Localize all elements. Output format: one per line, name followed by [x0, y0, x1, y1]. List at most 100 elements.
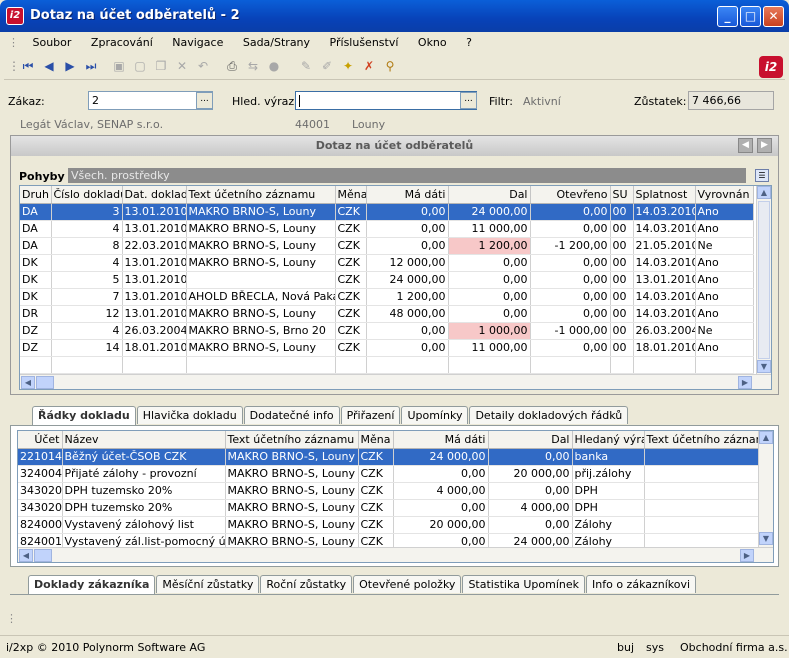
- previous-record-icon[interactable]: ◀: [41, 58, 57, 74]
- delete-icon[interactable]: ✕: [174, 58, 190, 74]
- detail-scroll-right-icon[interactable]: ▶: [740, 549, 754, 562]
- print-icon[interactable]: ⎙: [224, 58, 240, 74]
- detail-scroll-left-icon[interactable]: ◀: [19, 549, 33, 562]
- main-col-header[interactable]: Druh: [20, 186, 52, 204]
- maximize-button[interactable]: □: [740, 6, 761, 27]
- scroll-right-icon[interactable]: ▶: [738, 376, 752, 389]
- detail-hscroll-thumb[interactable]: [34, 549, 52, 562]
- menu-soubor[interactable]: Soubor: [25, 33, 80, 49]
- hled-vyraz-lookup-button[interactable]: ...: [460, 92, 477, 109]
- detail-scroll-up-icon[interactable]: ▲: [759, 431, 773, 444]
- table-row[interactable]: DA 3 13.01.2010 MAKRO BRNO-S, Louny CZK 0,00 2…: [20, 203, 754, 221]
- new-document-icon[interactable]: ▢: [132, 58, 148, 74]
- pohyby-options-icon[interactable]: ☰: [755, 169, 769, 182]
- detail-row[interactable]: 221014 Běžný účet-ČSOB CZK MAKRO BRNO-S, L…: [18, 448, 759, 466]
- panel-prev-icon[interactable]: ◀: [738, 138, 753, 153]
- scroll-up-icon[interactable]: ▲: [757, 186, 771, 199]
- main-col-header[interactable]: Číslo dokladu: [51, 186, 123, 204]
- stop-icon[interactable]: ●: [266, 58, 282, 74]
- menu-okno[interactable]: Okno: [410, 33, 455, 49]
- table-row[interactable]: DR 12 13.01.2010 MAKRO BRNO-S, Louny CZK 48 0…: [20, 305, 754, 323]
- hscroll-thumb[interactable]: [36, 376, 54, 389]
- pohyby-select[interactable]: Všech. prostředky: [68, 168, 746, 183]
- scroll-thumb[interactable]: [758, 201, 770, 359]
- detail-col-header[interactable]: Měna: [358, 431, 394, 449]
- tab-prirazeni[interactable]: Přiřazení: [340, 406, 401, 424]
- detail-col-header[interactable]: Název: [62, 431, 226, 449]
- main-vertical-scrollbar[interactable]: ▲ ▼: [756, 186, 771, 376]
- detail-row[interactable]: 324004 Přijaté zálohy - provozní MAKRO BRN…: [18, 465, 759, 483]
- detail-col-header[interactable]: Text účetního záznamu: [644, 431, 759, 449]
- detail-scroll-down-icon[interactable]: ▼: [759, 532, 773, 545]
- menu-navigace[interactable]: Navigace: [164, 33, 231, 49]
- menu-help[interactable]: ?: [458, 33, 480, 49]
- table-row[interactable]: DK 4 13.01.2010 MAKRO BRNO-S, Louny CZK 12 00…: [20, 254, 754, 272]
- tab-statistika-upominek[interactable]: Statistika Upomínek: [462, 575, 586, 593]
- main-col-header[interactable]: Splatnost: [633, 186, 696, 204]
- close-button[interactable]: ✕: [763, 6, 784, 27]
- main-col-header[interactable]: Má dáti: [366, 186, 449, 204]
- filter-icon[interactable]: ✦: [340, 58, 356, 74]
- undo-icon[interactable]: ↶: [195, 58, 211, 74]
- tab-otevrene-polozky[interactable]: Otevřené položky: [353, 575, 462, 593]
- table-row[interactable]: DZ 4 26.03.2004 MAKRO BRNO-S, Brno 20 CZK 0,0…: [20, 322, 754, 340]
- zakaz-input[interactable]: 2: [88, 91, 213, 110]
- minimize-button[interactable]: _: [717, 6, 738, 27]
- detail-col-header[interactable]: Účet: [18, 431, 63, 449]
- detail-vertical-scrollbar[interactable]: ▲ ▼: [758, 431, 773, 548]
- tab-upominky[interactable]: Upomínky: [401, 406, 469, 424]
- detail-col-header[interactable]: Má dáti: [393, 431, 489, 449]
- tab-detaily-radku[interactable]: Detaily dokladových řádků: [469, 406, 629, 424]
- main-col-header[interactable]: Text účetního záznamu: [186, 186, 336, 204]
- edit-icon[interactable]: ✎: [298, 58, 314, 74]
- tab-radky-dokladu[interactable]: Řádky dokladu: [32, 406, 136, 426]
- table-row[interactable]: DK 5 13.01.2010 CZK 24 000,00 0,00 0,00 00 13.01…: [20, 271, 754, 289]
- menu-prislusenstvi[interactable]: Příslušenství: [322, 33, 407, 49]
- scroll-down-icon[interactable]: ▼: [757, 360, 771, 373]
- tab-hlavicka-dokladu[interactable]: Hlavička dokladu: [136, 406, 243, 424]
- panel-next-icon[interactable]: ▶: [757, 138, 772, 153]
- detail-row[interactable]: 343020 DPH tuzemsko 20% MAKRO BRNO-S, Loun…: [18, 482, 759, 500]
- tab-info-o-zakaznikovi[interactable]: Info o zákazníkovi: [586, 575, 697, 593]
- main-horizontal-scrollbar[interactable]: ◀ ▶: [20, 374, 771, 389]
- menu-sada-strany[interactable]: Sada/Strany: [235, 33, 318, 49]
- zakaz-lookup-button[interactable]: ...: [196, 92, 213, 109]
- detail-cell: banka: [572, 448, 645, 466]
- search-icon[interactable]: ⚲: [382, 58, 398, 74]
- main-col-header[interactable]: Vyrovnán: [695, 186, 754, 204]
- hled-vyraz-input[interactable]: [295, 91, 477, 110]
- tab-mesicni-zustatky[interactable]: Měsíční zůstatky: [156, 575, 260, 593]
- detail-col-header[interactable]: Hledaný výraz: [572, 431, 645, 449]
- tab-dodatecne-info[interactable]: Dodatečné info: [243, 406, 340, 424]
- tab-doklady-zakaznika[interactable]: Doklady zákazníka: [28, 575, 156, 595]
- main-col-header[interactable]: Měna: [335, 186, 367, 204]
- next-record-icon[interactable]: ▶: [62, 58, 78, 74]
- export-icon[interactable]: ⇆: [245, 58, 261, 74]
- copy-icon[interactable]: ❐: [153, 58, 169, 74]
- table-row[interactable]: DZ 14 18.01.2010 MAKRO BRNO-S, Louny CZK 0,00…: [20, 339, 754, 357]
- tab-rocni-zustatky[interactable]: Roční zůstatky: [260, 575, 353, 593]
- last-record-icon[interactable]: ⏭: [83, 58, 99, 74]
- main-col-header[interactable]: Otevřeno: [530, 186, 611, 204]
- main-col-header[interactable]: Dat. dokladu: [122, 186, 187, 204]
- detail-col-header[interactable]: Text účetního záznamu: [225, 431, 359, 449]
- detail-col-header[interactable]: Dal: [488, 431, 573, 449]
- scroll-left-icon[interactable]: ◀: [21, 376, 35, 389]
- table-cell: 0,00: [530, 254, 611, 272]
- detail-row[interactable]: 824000 Vystavený zálohový list MAKRO BRNO-…: [18, 516, 759, 534]
- clear-filter-icon[interactable]: ✗: [361, 58, 377, 74]
- main-col-header[interactable]: SU: [610, 186, 634, 204]
- edit-line-icon[interactable]: ✐: [319, 58, 335, 74]
- detail-horizontal-scrollbar[interactable]: ◀ ▶: [18, 547, 773, 562]
- table-row[interactable]: DA 4 13.01.2010 MAKRO BRNO-S, Louny CZK 0,00 1…: [20, 220, 754, 238]
- save-icon[interactable]: ▣: [111, 58, 127, 74]
- first-record-icon[interactable]: ⏮: [20, 58, 36, 74]
- main-col-header[interactable]: Dal: [448, 186, 531, 204]
- table-row[interactable]: DA 8 22.03.2010 MAKRO BRNO-S, Louny CZK 0,00 1…: [20, 237, 754, 255]
- table-cell: CZK: [335, 322, 367, 340]
- detail-cell: 221014: [18, 448, 63, 466]
- table-cell: 13.01.2010: [633, 271, 696, 289]
- detail-row[interactable]: 343020 DPH tuzemsko 20% MAKRO BRNO-S, Loun…: [18, 499, 759, 517]
- table-row[interactable]: DK 7 13.01.2010 AHOLD BŘECLA, Nová Paka CZK 1…: [20, 288, 754, 306]
- menu-zpracovani[interactable]: Zpracování: [83, 33, 161, 49]
